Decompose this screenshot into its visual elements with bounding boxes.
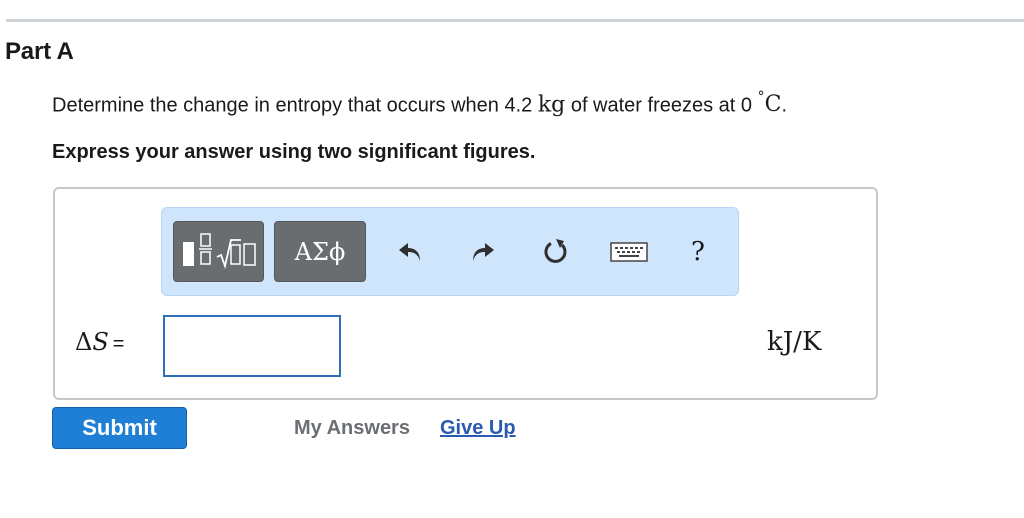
question-suffix: . <box>781 94 787 117</box>
celsius-letter: C <box>764 92 782 118</box>
reset-icon <box>544 239 567 263</box>
answer-variable-label: ΔS = <box>75 328 124 357</box>
help-button[interactable]: ? <box>680 230 716 274</box>
answer-input[interactable] <box>163 315 341 377</box>
instruction-text: Express your answer using two significan… <box>52 141 536 163</box>
keyboard-button[interactable] <box>607 230 651 274</box>
top-divider <box>6 19 1024 22</box>
give-up-link[interactable]: Give Up <box>440 417 516 440</box>
part-title: Part A <box>5 38 74 65</box>
question-text: Determine the change in entropy that occ… <box>52 89 787 118</box>
redo-button[interactable] <box>465 230 501 274</box>
symbols-button[interactable]: ΑΣϕ <box>274 221 366 282</box>
keyboard-icon <box>610 242 648 262</box>
equals-sign: = <box>112 333 125 355</box>
reset-button[interactable] <box>538 230 574 274</box>
answer-units: kJ/K <box>767 327 822 357</box>
templates-icon <box>182 232 256 269</box>
my-answers-link[interactable]: My Answers <box>294 417 410 440</box>
undo-button[interactable] <box>392 230 428 274</box>
templates-button[interactable] <box>173 221 264 282</box>
delta-symbol: Δ <box>75 328 93 356</box>
math-toolbar: ΑΣϕ ? <box>161 207 739 296</box>
temperature-unit: °C <box>757 89 782 118</box>
problem-page: Part A Determine the change in entropy t… <box>0 0 1024 518</box>
question-prefix: Determine the change in entropy that occ… <box>52 94 538 117</box>
undo-icon <box>399 243 420 261</box>
degree-symbol: ° <box>757 89 765 105</box>
submit-button[interactable]: Submit <box>52 407 187 449</box>
redo-icon <box>473 243 494 261</box>
question-middle: of water freezes at 0 <box>565 94 758 117</box>
entropy-variable: S <box>92 328 109 356</box>
mass-unit: kg <box>537 92 566 118</box>
